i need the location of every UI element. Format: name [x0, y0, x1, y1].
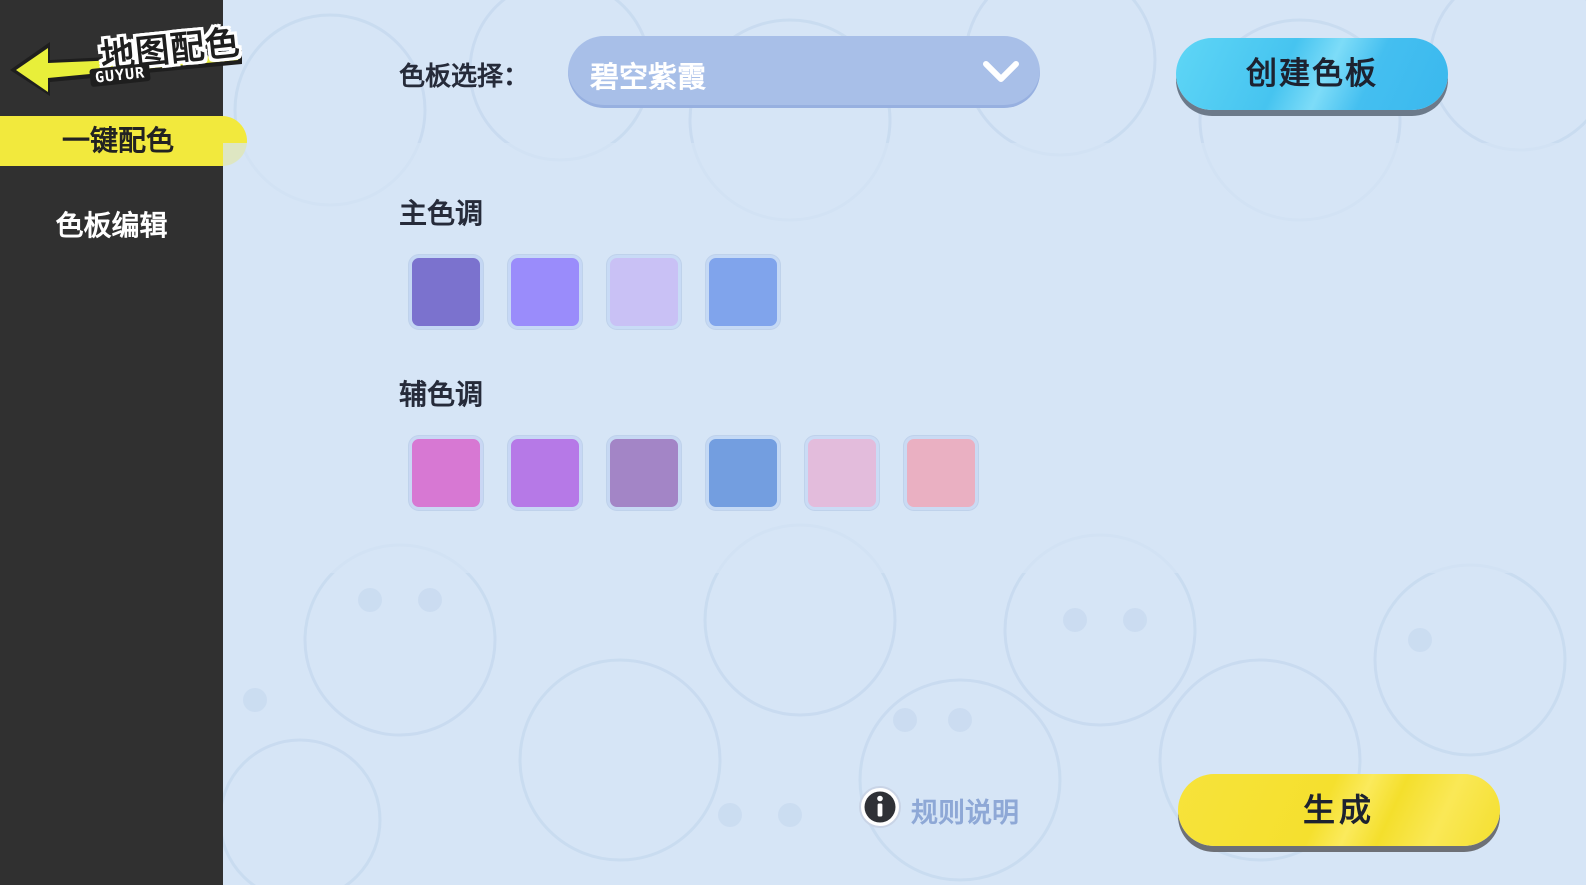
- primary-color-swatch-3[interactable]: [607, 255, 681, 329]
- primary-color-swatch-2[interactable]: [508, 255, 582, 329]
- secondary-color-swatch-3[interactable]: [607, 436, 681, 510]
- primary-colors-title: 主色调: [399, 197, 484, 230]
- secondary-color-swatch-4[interactable]: [706, 436, 780, 510]
- primary-color-swatch-1[interactable]: [409, 255, 483, 329]
- primary-color-swatch-4[interactable]: [706, 255, 780, 329]
- secondary-color-swatch-1[interactable]: [409, 436, 483, 510]
- create-palette-button-label: 创建色板: [1246, 56, 1378, 92]
- back-button[interactable]: 地图配色 GUYUR: [6, 8, 266, 104]
- palette-selector-label: 色板选择：: [399, 62, 530, 92]
- generate-button[interactable]: 生成: [1178, 774, 1500, 846]
- rules-label: 规则说明: [911, 798, 1019, 829]
- chevron-down-icon: [983, 61, 1019, 82]
- sidebar-item-label: 色板编辑: [55, 209, 168, 242]
- sidebar-item-label: 一键配色: [62, 124, 175, 157]
- info-icon: [859, 786, 901, 828]
- secondary-color-swatch-6[interactable]: [904, 436, 978, 510]
- sidebar-item-one-click-color[interactable]: 一键配色: [0, 116, 247, 166]
- secondary-colors-title: 辅色调: [399, 378, 484, 411]
- palette-dropdown-value: 碧空紫霞: [590, 60, 707, 94]
- sidebar-item-palette-edit[interactable]: 色板编辑: [0, 201, 223, 251]
- generate-button-label: 生成: [1302, 791, 1375, 829]
- secondary-color-swatch-5[interactable]: [805, 436, 879, 510]
- secondary-color-swatch-2[interactable]: [508, 436, 582, 510]
- create-palette-button[interactable]: 创建色板: [1176, 38, 1448, 110]
- palette-dropdown[interactable]: 碧空紫霞: [568, 36, 1040, 108]
- sidebar: 地图配色 GUYUR 一键配色 色板编辑: [0, 0, 247, 885]
